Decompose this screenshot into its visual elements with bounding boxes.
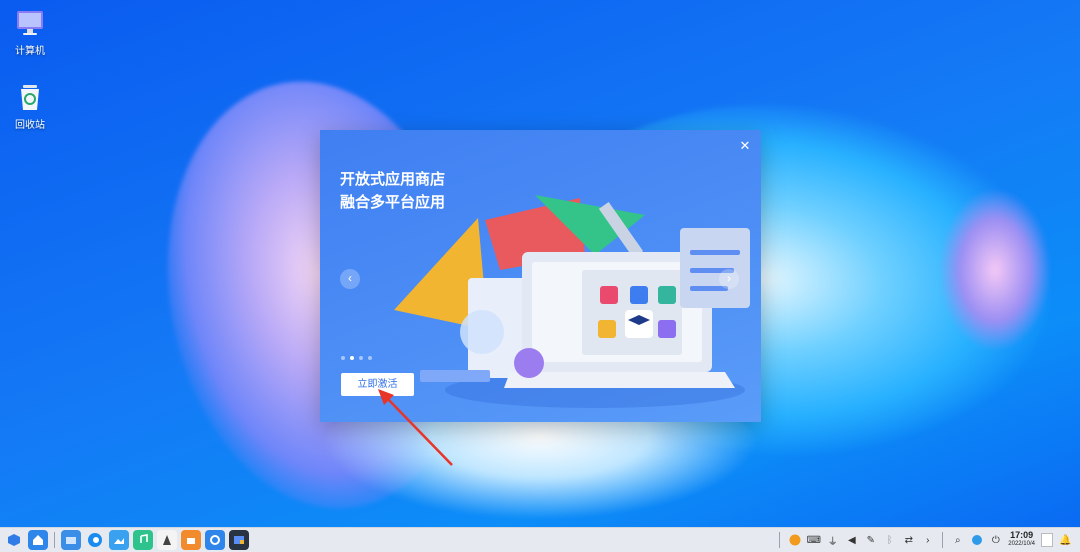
music-icon[interactable] xyxy=(133,530,153,550)
clock-time: 17:09 xyxy=(1010,530,1034,540)
volume-icon[interactable]: ◀ xyxy=(845,534,858,547)
notification-bell-icon[interactable]: 🔔 xyxy=(1059,534,1072,547)
annotation-arrow xyxy=(378,389,453,466)
power-icon[interactable]: ⏻ xyxy=(989,534,1002,547)
file-manager-icon[interactable] xyxy=(61,530,81,550)
carousel-dot[interactable] xyxy=(359,356,363,360)
document-viewer-icon[interactable] xyxy=(157,530,177,550)
dialog-title-line: 开放式应用商店 xyxy=(340,171,446,188)
app-store-activation-dialog: 开放式应用商店 融合多平台应用 ✕ ‹ › 立即激活 xyxy=(320,130,761,422)
wallpaper-shape xyxy=(940,190,1050,350)
activation-icon[interactable] xyxy=(229,530,249,550)
carousel-dot[interactable] xyxy=(368,356,372,360)
app-store-icon[interactable] xyxy=(181,530,201,550)
recycle-bin-icon xyxy=(21,85,39,110)
desktop-icon-label: 回收站 xyxy=(15,120,45,131)
keyboard-icon[interactable]: ⌨ xyxy=(807,534,821,547)
settings-icon[interactable] xyxy=(205,530,225,550)
desktop-icon-computer[interactable]: 计算机 xyxy=(0,8,60,57)
security-icon[interactable] xyxy=(788,534,801,547)
chevron-left-icon[interactable]: ‹ xyxy=(340,269,360,289)
usb-icon[interactable]: ⏚ xyxy=(826,534,839,548)
dialog-title-line: 融合多平台应用 xyxy=(340,194,446,211)
carousel-indicator xyxy=(341,356,372,360)
taskbar: ⌨ ⏚ ◀ ✎ ᛒ ⇄ › ⌕ ⏻ 17:09 2022/10/4 🔔 xyxy=(0,527,1080,552)
computer-icon xyxy=(17,11,43,35)
desktop-icon-recycle-bin[interactable]: 回收站 xyxy=(0,82,60,131)
bluetooth-icon[interactable]: ᛒ xyxy=(883,534,896,547)
carousel-dot-active[interactable] xyxy=(350,356,354,360)
chevron-right-icon[interactable]: › xyxy=(719,269,739,289)
taskbar-separator xyxy=(942,532,944,548)
search-icon[interactable]: ⌕ xyxy=(951,534,964,547)
clock[interactable]: 17:09 2022/10/4 xyxy=(1008,531,1035,549)
pen-icon[interactable]: ✎ xyxy=(864,534,877,547)
expand-icon[interactable]: › xyxy=(921,534,934,547)
clock-date: 2022/10/4 xyxy=(1008,541,1035,547)
close-icon[interactable]: ✕ xyxy=(737,138,753,154)
taskbar-separator xyxy=(54,532,55,548)
dialog-title: 开放式应用商店 融合多平台应用 xyxy=(340,168,445,214)
network-icon[interactable] xyxy=(970,534,983,547)
home-icon[interactable] xyxy=(28,530,48,550)
browser-icon[interactable] xyxy=(85,530,105,550)
carousel-dot[interactable] xyxy=(341,356,345,360)
taskbar-separator xyxy=(779,532,781,548)
desktop-icon-label: 计算机 xyxy=(15,46,45,57)
notes-icon[interactable] xyxy=(1041,533,1053,547)
image-viewer-icon[interactable] xyxy=(109,530,129,550)
transfer-icon[interactable]: ⇄ xyxy=(902,534,915,547)
launcher-icon[interactable] xyxy=(4,530,24,550)
